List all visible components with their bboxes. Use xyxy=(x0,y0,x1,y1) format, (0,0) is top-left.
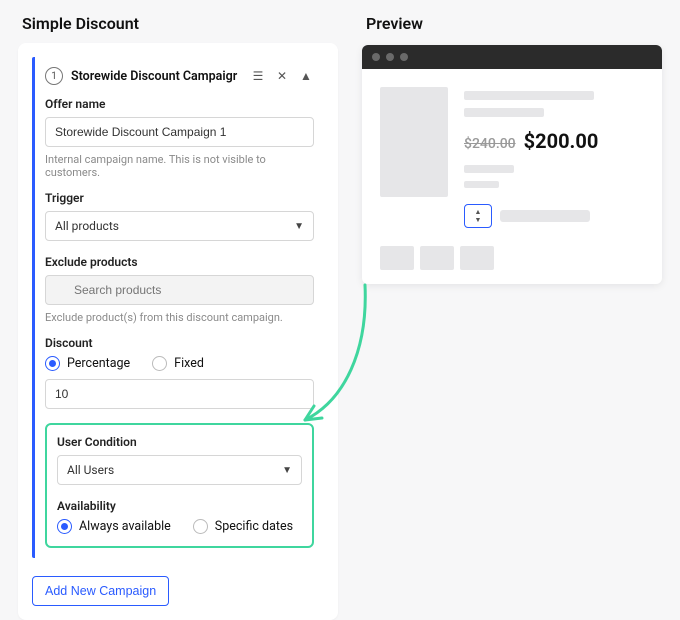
thumbnail xyxy=(380,246,414,270)
radio-icon xyxy=(152,356,167,371)
offer-name-label: Offer name xyxy=(45,97,314,111)
radio-icon xyxy=(45,356,60,371)
availability-always-label: Always available xyxy=(79,519,171,534)
thumbnail xyxy=(420,246,454,270)
radio-icon xyxy=(193,519,208,534)
offer-name-helper: Internal campaign name. This is not visi… xyxy=(45,153,314,179)
add-campaign-button[interactable]: Add New Campaign xyxy=(32,576,169,606)
product-image-placeholder xyxy=(380,87,448,197)
availability-specific-label: Specific dates xyxy=(215,519,293,534)
traffic-light-icon xyxy=(372,53,380,61)
campaign-index: 1 xyxy=(45,67,63,85)
skeleton-line xyxy=(464,165,514,173)
user-condition-label: User Condition xyxy=(57,435,302,449)
old-price: $240.00 xyxy=(464,136,516,152)
exclude-search-input[interactable] xyxy=(45,275,314,305)
discount-fixed-label: Fixed xyxy=(174,356,204,371)
campaign-header: 1 Storewide Discount Campaigr ☰ ✕ ▲ xyxy=(45,67,314,85)
preview-title: Preview xyxy=(366,14,662,33)
new-price: $200.00 xyxy=(524,129,599,153)
campaign-block: 1 Storewide Discount Campaigr ☰ ✕ ▲ Offe… xyxy=(32,57,324,558)
price-row: $240.00 $200.00 xyxy=(464,129,644,153)
availability-specific-radio[interactable]: Specific dates xyxy=(193,519,293,534)
close-icon[interactable]: ✕ xyxy=(274,69,290,83)
thumbnail-row xyxy=(362,246,662,284)
exclude-label: Exclude products xyxy=(45,255,314,269)
chevron-down-icon: ▼ xyxy=(282,465,292,476)
discount-type-group: Percentage Fixed xyxy=(45,356,314,371)
trigger-label: Trigger xyxy=(45,191,314,205)
discount-label: Discount xyxy=(45,336,314,350)
traffic-light-icon xyxy=(400,53,408,61)
trigger-select[interactable]: All products ▼ xyxy=(45,211,314,241)
add-to-cart-placeholder xyxy=(500,210,590,222)
skeleton-line xyxy=(464,91,594,100)
user-condition-value: All Users xyxy=(67,463,114,477)
trigger-value: All products xyxy=(55,219,119,233)
preview-card: $240.00 $200.00 ▲ ▼ xyxy=(362,45,662,284)
chevron-up-icon[interactable]: ▲ xyxy=(298,69,314,83)
campaign-header-title: Storewide Discount Campaigr xyxy=(71,69,242,84)
chevron-down-icon: ▼ xyxy=(294,221,304,232)
discount-percentage-radio[interactable]: Percentage xyxy=(45,356,130,371)
thumbnail xyxy=(460,246,494,270)
discount-card: 1 Storewide Discount Campaigr ☰ ✕ ▲ Offe… xyxy=(18,43,338,620)
offer-name-input[interactable] xyxy=(45,117,314,147)
skeleton-line xyxy=(464,108,544,117)
discount-percentage-label: Percentage xyxy=(67,356,130,371)
availability-group: Always available Specific dates xyxy=(57,519,302,534)
user-condition-select[interactable]: All Users ▼ xyxy=(57,455,302,485)
availability-always-radio[interactable]: Always available xyxy=(57,519,171,534)
discount-fixed-radio[interactable]: Fixed xyxy=(152,356,204,371)
discount-value-input[interactable] xyxy=(45,379,314,409)
quantity-stepper[interactable]: ▲ ▼ xyxy=(464,204,492,228)
simple-discount-title: Simple Discount xyxy=(22,14,338,33)
traffic-light-icon xyxy=(386,53,394,61)
browser-bar xyxy=(362,45,662,69)
availability-label: Availability xyxy=(57,499,302,513)
exclude-helper: Exclude product(s) from this discount ca… xyxy=(45,311,314,324)
skeleton-line xyxy=(464,181,499,188)
radio-icon xyxy=(57,519,72,534)
chevron-up-icon: ▲ xyxy=(475,208,482,216)
chevron-down-icon: ▼ xyxy=(475,216,482,224)
highlight-box: User Condition All Users ▼ Availability … xyxy=(45,423,314,548)
menu-icon[interactable]: ☰ xyxy=(250,69,266,83)
